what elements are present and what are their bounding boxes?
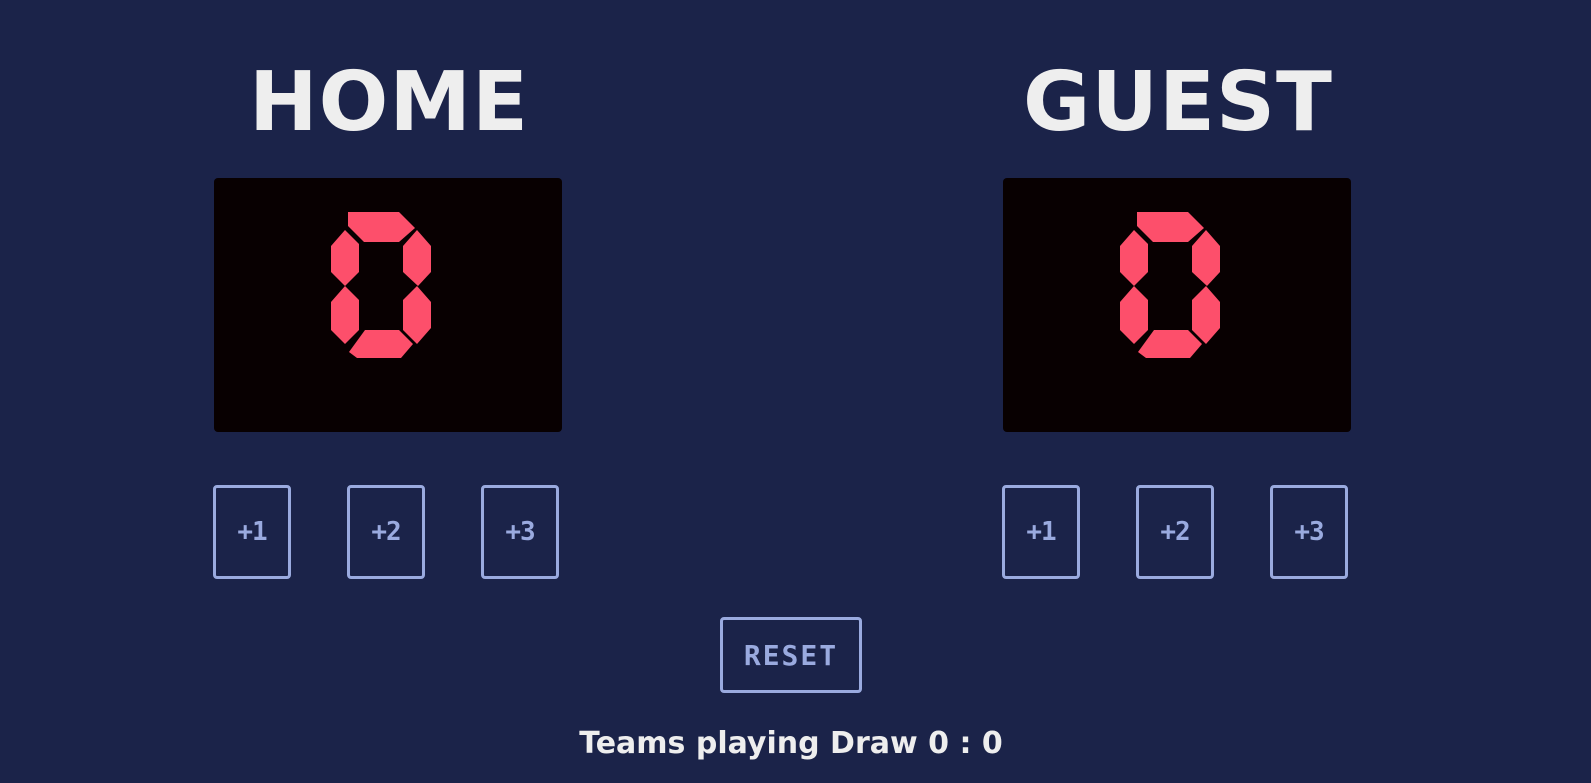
home-add-3-button[interactable]: +3 [481, 485, 559, 579]
guest-score-display: 0 [1003, 178, 1351, 432]
guest-add-3-button[interactable]: +3 [1270, 485, 1348, 579]
guest-score-digit-icon [1120, 212, 1220, 358]
guest-score-value: 0 [1003, 178, 1004, 179]
home-add-2-button[interactable]: +2 [347, 485, 425, 579]
home-team-name: HOME [249, 55, 529, 150]
home-add-1-button[interactable]: +1 [213, 485, 291, 579]
match-status-text: Teams playing Draw 0 : 0 [579, 726, 1003, 761]
guest-team-name: GUEST [1023, 55, 1333, 150]
guest-add-1-button[interactable]: +1 [1002, 485, 1080, 579]
guest-add-2-button[interactable]: +2 [1136, 485, 1214, 579]
home-score-display: 0 [214, 178, 562, 432]
reset-button[interactable]: RESET [720, 617, 862, 693]
home-score-value: 0 [214, 178, 215, 179]
home-score-digit-icon [331, 212, 431, 358]
